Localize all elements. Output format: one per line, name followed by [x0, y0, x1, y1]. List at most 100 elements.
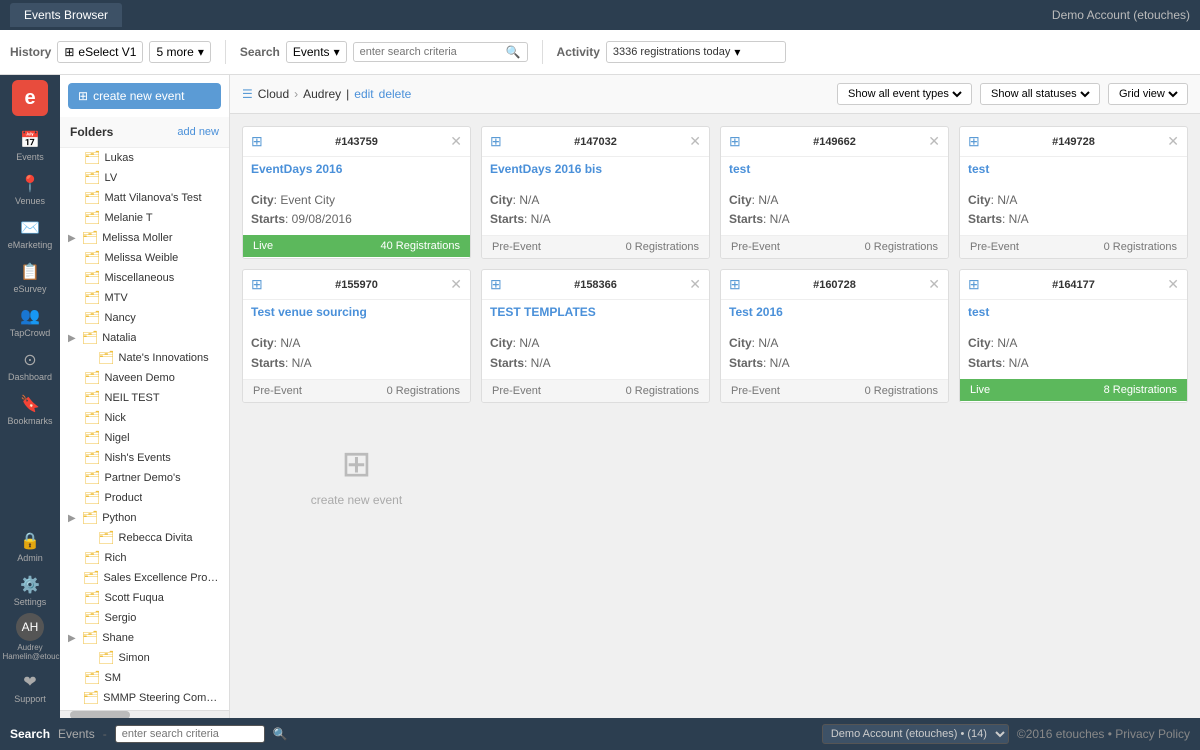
- header-search-wrap[interactable]: 🔍: [353, 42, 528, 62]
- folder-label: Melanie T: [105, 212, 153, 224]
- pin-icon[interactable]: ✕: [928, 133, 940, 150]
- event-title[interactable]: Test 2016: [721, 300, 948, 330]
- folder-item-sergio[interactable]: 🗂Sergio: [60, 608, 229, 628]
- create-event-button[interactable]: ⊞ create new event: [68, 83, 221, 109]
- event-card-grid-icon: ⊞: [968, 133, 980, 150]
- folder-item-nate-s-innovations[interactable]: 🗂Nate's Innovations: [60, 348, 229, 368]
- folder-item-simon[interactable]: 🗂Simon: [60, 648, 229, 668]
- event-card-149728: ⊞ #149728 ✕ test City: N/A Starts: N/A P…: [959, 126, 1188, 259]
- event-title[interactable]: TEST TEMPLATES: [482, 300, 709, 330]
- pin-icon[interactable]: ✕: [450, 133, 462, 150]
- folder-item-nick[interactable]: 🗂Nick: [60, 408, 229, 428]
- status-filter[interactable]: Show all statuses: [980, 83, 1100, 105]
- folder-item-partner-demo-s[interactable]: 🗂Partner Demo's: [60, 468, 229, 488]
- pin-icon[interactable]: ✕: [689, 276, 701, 293]
- folder-item-scott-fuqua[interactable]: 🗂Scott Fuqua: [60, 588, 229, 608]
- top-bar: Events Browser Demo Account (etouches): [0, 0, 1200, 30]
- folder-item-smmp-steering-committee[interactable]: 🗂SMMP Steering Committee: [60, 688, 229, 708]
- event-title[interactable]: EventDays 2016 bis: [482, 157, 709, 187]
- folder-item-neil-test[interactable]: 🗂NEIL TEST: [60, 388, 229, 408]
- sidebar-item-bookmarks-label: Bookmarks: [7, 416, 52, 426]
- folder-label: Nick: [105, 412, 126, 424]
- support-icon: ❤: [23, 672, 36, 692]
- folder-item-melissa-weible[interactable]: 🗂Melissa Weible: [60, 248, 229, 268]
- folder-item-rebecca-divita[interactable]: 🗂Rebecca Divita: [60, 528, 229, 548]
- breadcrumb-delete-link[interactable]: delete: [379, 87, 412, 101]
- bottom-search-icon: 🔍: [273, 727, 288, 741]
- sidebar-item-support[interactable]: ❤ Support: [3, 666, 58, 710]
- folder-item-matt-vilanova-s-test[interactable]: 🗂Matt Vilanova's Test: [60, 188, 229, 208]
- folder-item-shane[interactable]: ▶🗂Shane: [60, 628, 229, 648]
- create-new-event-placeholder[interactable]: ⊞ create new event: [242, 413, 471, 537]
- folder-label: Lukas: [105, 152, 134, 164]
- sidebar-item-emarketing[interactable]: ✉️ eMarketing: [0, 212, 60, 256]
- divider-1: [225, 40, 226, 64]
- event-card-grid-icon: ⊞: [729, 133, 741, 150]
- folder-item-product[interactable]: 🗂Product: [60, 488, 229, 508]
- pin-icon[interactable]: ✕: [689, 133, 701, 150]
- event-title[interactable]: EventDays 2016: [243, 157, 470, 187]
- event-title[interactable]: test: [960, 300, 1187, 330]
- sidebar-item-admin[interactable]: 🔒 Admin: [3, 525, 58, 569]
- folder-icon: 🗂: [84, 150, 101, 166]
- view-select[interactable]: Grid view: [1115, 87, 1181, 101]
- folder-item-mtv[interactable]: 🗂MTV: [60, 288, 229, 308]
- event-card-grid-icon: ⊞: [251, 133, 263, 150]
- folder-icon: 🗂: [84, 610, 101, 626]
- folder-item-naveen-demo[interactable]: 🗂Naveen Demo: [60, 368, 229, 388]
- folder-item-miscellaneous[interactable]: 🗂Miscellaneous: [60, 268, 229, 288]
- sidebar-item-esurvey[interactable]: 📋 eSurvey: [0, 256, 60, 300]
- scrollbar-thumb[interactable]: [70, 711, 130, 718]
- add-new-link[interactable]: add new: [177, 126, 219, 138]
- event-title[interactable]: test: [960, 157, 1187, 187]
- event-city: City: N/A: [968, 191, 1179, 210]
- activity-select[interactable]: 3336 registrations today ▾: [606, 41, 786, 63]
- folder-item-sales-excellence-program[interactable]: 🗂Sales Excellence Program: [60, 568, 229, 588]
- search-filter-select[interactable]: Events ▾: [286, 41, 347, 63]
- folder-item-sm[interactable]: 🗂SM: [60, 668, 229, 688]
- folders-scrollbar[interactable]: [60, 710, 229, 718]
- pin-icon[interactable]: ✕: [1167, 133, 1179, 150]
- history-more-select[interactable]: 5 more ▾: [149, 41, 210, 63]
- status-select[interactable]: Show all statuses: [987, 87, 1093, 101]
- pin-icon[interactable]: ✕: [450, 276, 462, 293]
- events-browser-tab[interactable]: Events Browser: [10, 3, 122, 27]
- folders-scroll[interactable]: 🗂Lukas🗂LV🗂Matt Vilanova's Test🗂Melanie T…: [60, 148, 229, 710]
- sidebar-item-bookmarks[interactable]: 🔖 Bookmarks: [0, 388, 60, 432]
- sidebar-item-tapcrowd[interactable]: 👥 TapCrowd: [0, 300, 60, 344]
- folders-panel: ⊞ create new event Folders add new 🗂Luka…: [60, 75, 230, 718]
- folder-item-lukas[interactable]: 🗂 Lukas: [60, 148, 229, 168]
- view-filter[interactable]: Grid view: [1108, 83, 1188, 105]
- folder-label: SMMP Steering Committee: [103, 692, 221, 704]
- folder-item-rich[interactable]: 🗂Rich: [60, 548, 229, 568]
- breadcrumb-edit-link[interactable]: edit: [354, 87, 373, 101]
- event-type-filter[interactable]: Show all event types: [837, 83, 972, 105]
- folder-item-melanie-t[interactable]: 🗂Melanie T: [60, 208, 229, 228]
- folder-item-nancy[interactable]: 🗂Nancy: [60, 308, 229, 328]
- sidebar-item-settings[interactable]: ⚙️ Settings: [3, 569, 58, 613]
- folder-label: MTV: [105, 292, 128, 304]
- folder-item-nish-s-events[interactable]: 🗂Nish's Events: [60, 448, 229, 468]
- bottom-search-label: Search: [10, 727, 50, 741]
- folder-item-nigel[interactable]: 🗂Nigel: [60, 428, 229, 448]
- folder-item-lv[interactable]: 🗂LV: [60, 168, 229, 188]
- event-type-select[interactable]: Show all event types: [844, 87, 965, 101]
- event-title[interactable]: test: [721, 157, 948, 187]
- event-registrations: 0 Registrations: [865, 241, 938, 253]
- bottom-search-input[interactable]: [115, 725, 265, 743]
- event-city: City: N/A: [729, 191, 940, 210]
- sidebar-item-events[interactable]: 📅 Events: [0, 124, 60, 168]
- history-select[interactable]: ⊞ eSelect V1: [57, 41, 143, 63]
- account-select[interactable]: Demo Account (etouches) • (14): [822, 724, 1009, 744]
- pin-icon[interactable]: ✕: [928, 276, 940, 293]
- header-search-input[interactable]: [360, 46, 502, 58]
- folder-item-natalia[interactable]: ▶🗂Natalia: [60, 328, 229, 348]
- sidebar-item-venues[interactable]: 📍 Venues: [0, 168, 60, 212]
- pin-icon[interactable]: ✕: [1167, 276, 1179, 293]
- sidebar-item-admin-label: Admin: [17, 553, 43, 563]
- sidebar-item-dashboard[interactable]: ⊙ Dashboard: [0, 344, 60, 388]
- event-title[interactable]: Test venue sourcing: [243, 300, 470, 330]
- folder-item-python[interactable]: ▶🗂Python: [60, 508, 229, 528]
- avatar: AH: [16, 613, 44, 641]
- folder-item-melissa-moller[interactable]: ▶🗂Melissa Moller: [60, 228, 229, 248]
